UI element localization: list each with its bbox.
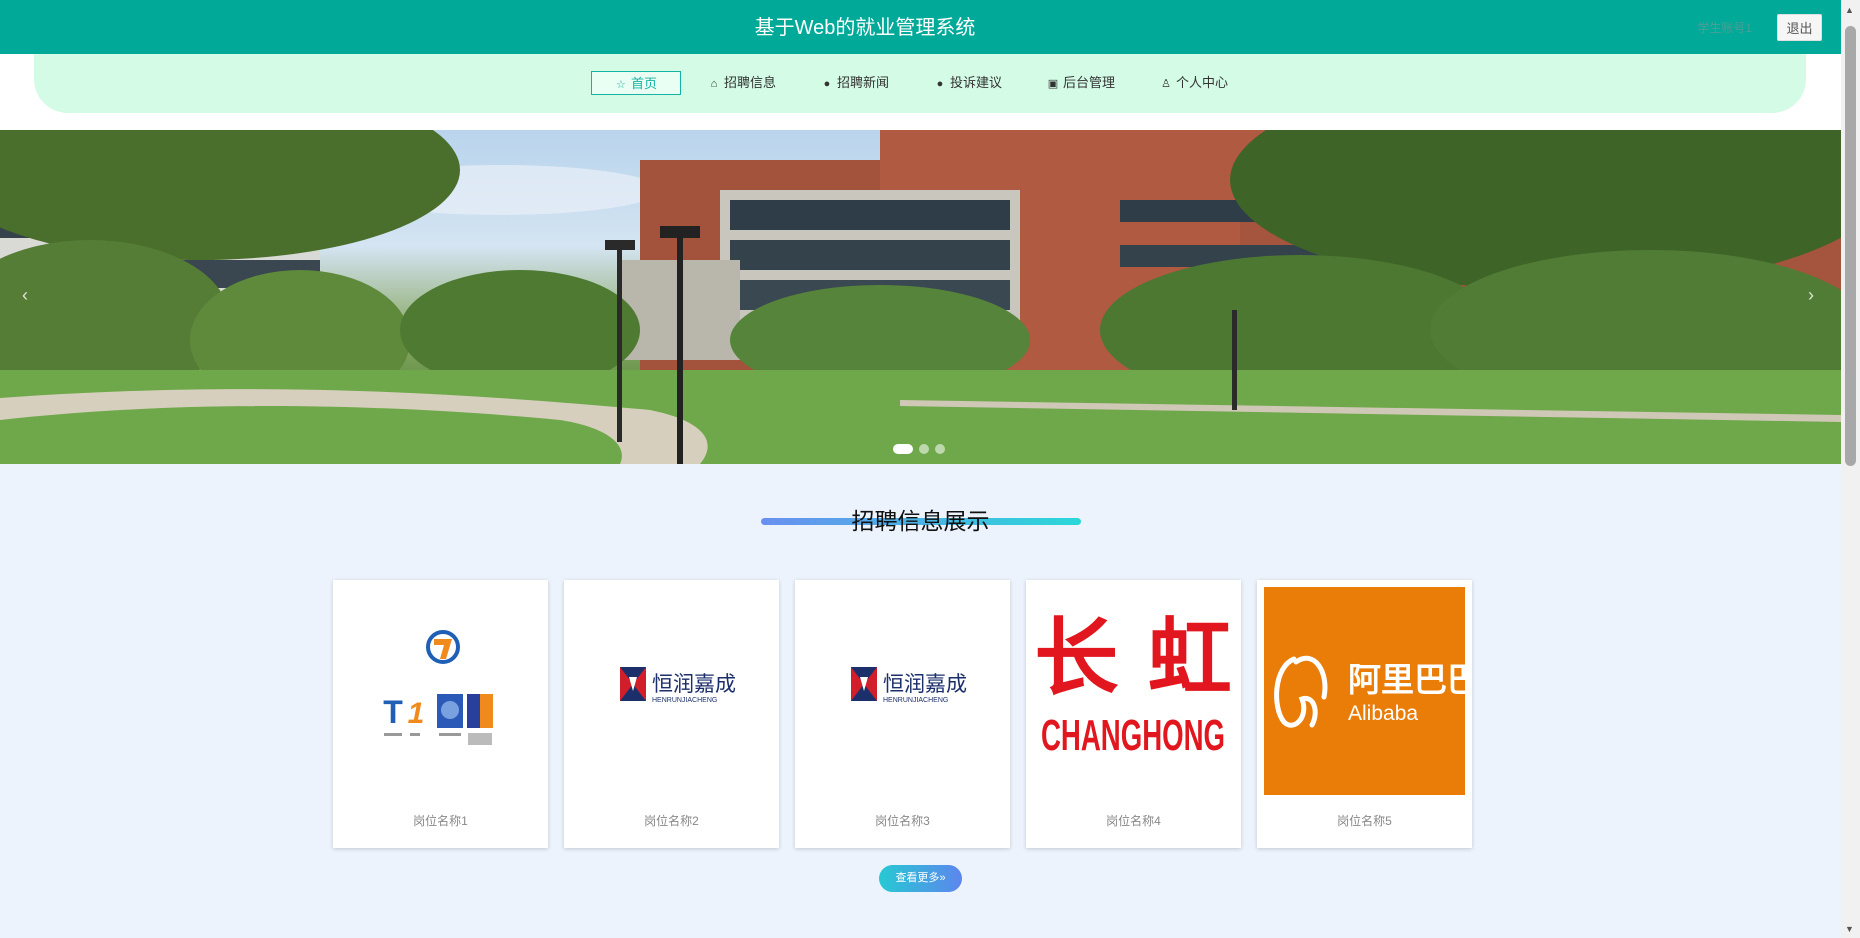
svg-text:T: T: [383, 694, 403, 730]
job-card[interactable]: 恒润嘉成 HENRUNJIACHENG 岗位名称3: [795, 580, 1010, 848]
job-card[interactable]: 长 虹 CHANGHONG 岗位名称4: [1026, 580, 1241, 848]
svg-text:恒润嘉成: 恒润嘉成: [883, 672, 967, 696]
job-card[interactable]: T 1 岗位名称1: [333, 580, 548, 848]
banner-carousel[interactable]: ‹ ›: [0, 130, 1841, 464]
changhong-logo: 长 虹 CHANGHONG: [1033, 587, 1234, 795]
section-header: 招聘信息展示: [0, 494, 1841, 534]
scroll-down-arrow-icon[interactable]: ▼: [1845, 924, 1854, 934]
nav-item-profile[interactable]: ♙ 个人中心: [1160, 71, 1228, 95]
svg-text:1: 1: [408, 697, 425, 730]
nav-item-label: 投诉建议: [950, 75, 1003, 90]
view-more-label: 查看更多: [895, 872, 940, 884]
nav-item-news[interactable]: ● 招聘新闻: [821, 71, 889, 95]
svg-text:恒润嘉成: 恒润嘉成: [652, 672, 736, 696]
user-icon: ♙: [1161, 78, 1171, 90]
nav-item-label: 招聘信息: [724, 75, 777, 90]
job-card-title: 岗位名称4: [1106, 814, 1161, 828]
nav-item-label: 后台管理: [1063, 75, 1116, 90]
svg-text:阿里巴巴: 阿里巴巴: [1348, 660, 1465, 699]
nav-item-home[interactable]: ☆ 首页: [591, 71, 681, 95]
carousel-dot[interactable]: [935, 444, 945, 454]
svg-text:Alibaba: Alibaba: [1348, 702, 1418, 725]
page-scrollbar[interactable]: ▲ ▼: [1841, 0, 1860, 938]
main-nav: ☆ 首页 ⌂ 招聘信息 ● 招聘新闻 ● 投诉建议 ▣ 后台管理 ♙ 个人中心: [34, 54, 1806, 113]
campus-banner-image: [0, 130, 1841, 464]
carousel-prev-arrow[interactable]: ‹: [22, 285, 28, 306]
svg-text:长 虹: 长 虹: [1034, 609, 1231, 707]
svg-text:CHANGHONG: CHANGHONG: [1041, 711, 1225, 760]
scroll-up-arrow-icon[interactable]: ▲: [1845, 5, 1854, 15]
header-bar: 基于Web的就业管理系统 学生账号1 退出: [0, 0, 1841, 54]
t1-logo: T 1: [340, 587, 541, 795]
logout-button[interactable]: 退出: [1777, 14, 1822, 41]
nav-item-admin[interactable]: ▣ 后台管理: [1047, 71, 1115, 95]
alibaba-logo: 阿里巴巴 Alibaba: [1264, 587, 1480, 795]
henrunjiacheng-logo: 恒润嘉成 HENRUNJIACHENG: [802, 587, 1003, 795]
page: 基于Web的就业管理系统 学生账号1 退出 ☆ 首页 ⌂ 招聘信息 ● 招聘新闻 ● 投…: [0, 0, 1841, 938]
henrunjiacheng-logo: 恒润嘉成 HENRUNJIACHENG: [571, 587, 772, 795]
nav-wrapper: ☆ 首页 ⌂ 招聘信息 ● 招聘新闻 ● 投诉建议 ▣ 后台管理 ♙ 个人中心: [0, 54, 1841, 130]
svg-text:HENRUNJIACHENG: HENRUNJIACHENG: [883, 697, 948, 704]
carousel-dot[interactable]: [919, 444, 929, 454]
briefcase-icon: ▣: [1047, 78, 1059, 90]
section-title: 招聘信息展示: [851, 508, 990, 534]
site-title: 基于Web的就业管理系统: [754, 17, 976, 39]
question-circle-icon: ●: [936, 78, 944, 90]
nav-item-label: 首页: [630, 76, 657, 91]
scrollbar-thumb[interactable]: [1845, 26, 1856, 466]
carousel-dot[interactable]: [893, 444, 913, 454]
star-icon: ☆: [616, 79, 626, 91]
info-circle-icon: ●: [823, 78, 831, 90]
nav-item-jobs[interactable]: ⌂ 招聘信息: [708, 71, 776, 95]
job-card[interactable]: 恒润嘉成 HENRUNJIACHENG 岗位名称2: [564, 580, 779, 848]
nav-item-label: 招聘新闻: [837, 75, 890, 90]
svg-text:HENRUNJIACHENG: HENRUNJIACHENG: [652, 697, 717, 704]
carousel-next-arrow[interactable]: ›: [1808, 285, 1814, 306]
job-card-title: 岗位名称1: [413, 814, 468, 828]
carousel-indicators: [893, 441, 951, 459]
job-card[interactable]: 阿里巴巴 Alibaba 岗位名称5: [1257, 580, 1480, 848]
home-icon: ⌂: [710, 78, 718, 90]
job-card-title: 岗位名称3: [875, 814, 930, 828]
view-more-button[interactable]: 查看更多»: [879, 865, 962, 892]
nav-item-feedback[interactable]: ● 投诉建议: [934, 71, 1002, 95]
nav-item-label: 个人中心: [1176, 75, 1229, 90]
job-card-title: 岗位名称2: [644, 814, 699, 828]
user-account-label[interactable]: 学生账号1: [1697, 19, 1752, 36]
job-card-title: 岗位名称5: [1337, 814, 1392, 828]
double-chevron-right-icon: »: [939, 872, 946, 884]
